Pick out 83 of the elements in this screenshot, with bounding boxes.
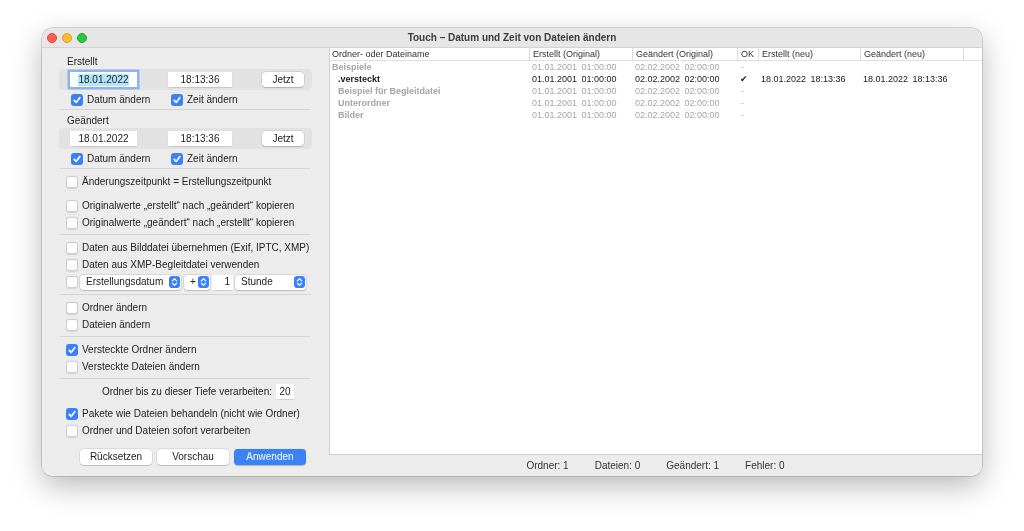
section-label: Geändert	[66, 114, 109, 127]
date-cell: 02.02.2002 02:00:00	[635, 97, 720, 109]
now-button[interactable]: Jetzt	[262, 72, 304, 87]
status-text: Geändert: 1	[666, 459, 720, 472]
checkbox[interactable]	[66, 276, 78, 288]
column-header[interactable]: Geändert (neu)	[864, 48, 926, 60]
time-field[interactable]: 18:13:36	[168, 72, 232, 87]
minimize-button[interactable]	[62, 32, 72, 43]
status-cell: –	[740, 109, 745, 121]
checkbox[interactable]	[66, 199, 78, 212]
date-cell: 01.01.2001 01:00:00	[532, 97, 617, 109]
close-button[interactable]	[47, 32, 57, 43]
checkbox[interactable]	[66, 301, 78, 314]
depth-label: Ordner bis zu dieser Tiefe verarbeiten:	[101, 385, 272, 398]
dialog-button[interactable]: Anwenden	[234, 449, 306, 465]
status-text: Dateien: 0	[594, 459, 641, 472]
column-header[interactable]: Erstellt (neu)	[762, 48, 814, 60]
checkbox[interactable]	[66, 424, 78, 437]
status-cell: ✔	[740, 73, 748, 85]
updown-chevron-icon	[168, 276, 180, 288]
depth-field[interactable]: 20	[276, 384, 294, 399]
checkbox-label: Originalwerte „erstellt“ nach „geändert“ kopieren	[82, 199, 295, 212]
dropdown[interactable]: Erstellungsdatum	[80, 274, 181, 290]
time-field[interactable]: 18:13:36	[168, 131, 232, 146]
date-cell: 02.02.2002 02:00:00	[635, 73, 720, 85]
status-cell: –	[740, 85, 745, 97]
checkbox-label: Originalwerte „geändert“ nach „erstellt“ kopieren	[82, 216, 295, 229]
date-cell: 01.01.2001 01:00:00	[532, 61, 617, 73]
checkbox-label: Pakete wie Dateien behandeln (nicht wie Ordner)	[82, 407, 300, 420]
checkbox-label: Daten aus XMP-Begleitdatei verwenden	[82, 258, 260, 271]
column-header[interactable]: OK	[741, 48, 754, 60]
checkbox-label: Versteckte Dateien ändern	[82, 360, 200, 373]
status-cell: –	[740, 97, 745, 109]
now-button[interactable]: Jetzt	[262, 131, 304, 146]
dialog-button[interactable]: Rücksetzen	[80, 449, 152, 465]
checkbox[interactable]	[71, 152, 83, 165]
date-cell: 02.02.2002 02:00:00	[635, 85, 720, 97]
checkbox[interactable]	[66, 407, 78, 420]
checkbox-label: Ordner ändern	[82, 301, 148, 314]
date-cell: 18.01.2022 18:13:36	[863, 73, 948, 85]
date-field[interactable]: 18.01.2022	[70, 131, 137, 146]
zoom-button[interactable]	[77, 32, 87, 43]
checkbox[interactable]	[66, 241, 78, 254]
dropdown[interactable]: +	[184, 274, 210, 290]
status-text: Fehler: 0	[745, 459, 785, 472]
checkbox[interactable]	[66, 360, 78, 373]
date-cell: 18.01.2022 18:13:36	[761, 73, 846, 85]
checkbox-label: Änderungszeitpunkt = Erstellungszeitpunkt	[82, 175, 272, 188]
checkbox-label: Versteckte Ordner ändern	[82, 343, 197, 356]
checkbox[interactable]	[66, 258, 78, 271]
checkbox[interactable]	[66, 175, 78, 188]
checkbox-label: Zeit ändern	[187, 152, 238, 165]
checkbox[interactable]	[171, 152, 183, 165]
checkbox[interactable]	[66, 318, 78, 331]
checkbox[interactable]	[71, 93, 83, 106]
date-cell: 01.01.2001 01:00:00	[532, 73, 617, 85]
dropdown[interactable]: Stunde	[235, 274, 306, 290]
column-header[interactable]: Ordner- oder Dateiname	[332, 48, 430, 60]
date-cell: 01.01.2001 01:00:00	[532, 85, 617, 97]
checkbox-label: Dateien ändern	[82, 318, 151, 331]
date-field[interactable]: 18.01.2022	[70, 72, 137, 87]
checkbox[interactable]	[171, 93, 183, 106]
checkbox[interactable]	[66, 216, 78, 229]
date-cell: 02.02.2002 02:00:00	[635, 61, 720, 73]
checkbox-label: Daten aus Bilddatei übernehmen (Exif, IPTC, XMP)	[82, 241, 310, 254]
status-cell: –	[740, 61, 745, 73]
updown-chevron-icon	[293, 276, 305, 288]
checkbox[interactable]	[66, 343, 78, 356]
section-label: Erstellt	[66, 55, 98, 68]
column-header[interactable]: Erstellt (Original)	[533, 48, 600, 60]
file-name-cell[interactable]: .versteckt	[338, 73, 381, 85]
dialog-button[interactable]: Vorschau	[157, 449, 229, 465]
status-text: Ordner: 1	[526, 459, 569, 472]
column-header[interactable]: Geändert (Original)	[636, 48, 714, 60]
checkbox-label: Zeit ändern	[187, 93, 238, 106]
updown-chevron-icon	[197, 276, 209, 288]
checkbox-label: Datum ändern	[87, 152, 151, 165]
checkbox-label: Datum ändern	[87, 93, 151, 106]
window-title: Touch – Datum und Zeit von Dateien ändern	[407, 31, 617, 44]
date-cell: 02.02.2002 02:00:00	[635, 109, 720, 121]
checkbox-label: Ordner und Dateien sofort verarbeiten	[82, 424, 251, 437]
date-cell: 01.01.2001 01:00:00	[532, 109, 617, 121]
number-field[interactable]: 1	[212, 274, 233, 290]
